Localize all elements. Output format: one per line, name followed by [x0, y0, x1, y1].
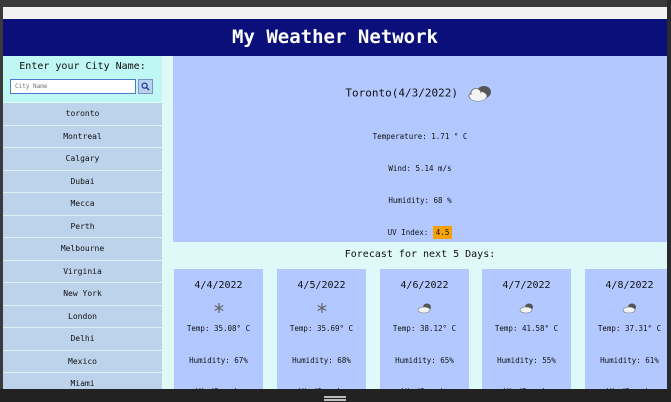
forecast-humidity: Humidity: 67% — [189, 356, 248, 365]
forecast-date: 4/4/2022 — [194, 280, 243, 291]
forecast-card: 4/8/2022Temp: 37.31° CHumidity: 61%WindS… — [585, 269, 667, 389]
snow-icon — [277, 299, 366, 315]
forecast-card: 4/5/2022Temp: 35.69° CHumidity: 68%WindS… — [277, 269, 366, 389]
current-humidity: Humidity: 68 % — [388, 196, 452, 205]
city-history-item[interactable]: Miami — [3, 373, 162, 389]
city-history-item[interactable]: Calgary — [3, 148, 162, 171]
forecast-humidity: Humidity: 68% — [292, 356, 351, 365]
current-uv: UV Index: 4.5 — [173, 226, 667, 239]
forecast-date: 4/7/2022 — [502, 280, 551, 291]
partly-cloudy-icon — [482, 299, 571, 315]
uv-label: UV Index: — [387, 228, 429, 237]
city-history-item[interactable]: Mecca — [3, 193, 162, 216]
current-temperature: Temperature: 1.71 ° C — [372, 132, 468, 141]
city-history-item[interactable]: Dubai — [3, 170, 162, 193]
app-frame: My Weather Network Enter your City Name:… — [3, 7, 667, 389]
current-weather-panel: Toronto(4/3/2022) Temperature: 1.71 ° C … — [173, 56, 667, 242]
forecast-humidity: Humidity: 55% — [497, 356, 556, 365]
city-history-item[interactable]: Melbourne — [3, 238, 162, 261]
forecast-title: Forecast for next 5 Days: — [173, 244, 667, 266]
city-history-item[interactable]: Perth — [3, 215, 162, 238]
forecast-temp: Temp: 41.58° C — [494, 324, 559, 333]
city-history-item[interactable]: Virginia — [3, 260, 162, 283]
current-city-line: Toronto(4/3/2022) — [173, 83, 667, 103]
forecast-card: 4/6/2022Temp: 38.12° CHumidity: 65%WindS… — [380, 269, 469, 389]
top-strip — [3, 7, 667, 19]
city-history-item[interactable]: Mexico — [3, 350, 162, 373]
forecast-humidity: Humidity: 61% — [600, 356, 659, 365]
forecast-date: 4/8/2022 — [605, 280, 654, 291]
city-history-item[interactable]: New York — [3, 283, 162, 306]
partly-cloudy-icon — [585, 299, 667, 315]
forecast-temp: Temp: 38.12° C — [392, 324, 457, 333]
forecast-date: 4/6/2022 — [400, 280, 449, 291]
search-icon — [141, 82, 150, 91]
forecast-card: 4/4/2022Temp: 35.08° CHumidity: 67%WindS… — [174, 269, 263, 389]
forecast-temp: Temp: 35.69° C — [289, 324, 354, 333]
forecast-card: 4/7/2022Temp: 41.58° CHumidity: 55%WindS… — [482, 269, 571, 389]
city-history-item[interactable]: Montreal — [3, 125, 162, 148]
snow-icon — [174, 299, 263, 315]
city-search-input[interactable] — [10, 79, 136, 94]
uv-index-badge: 4.5 — [432, 226, 453, 239]
city-history-item[interactable]: London — [3, 305, 162, 328]
forecast-temp: Temp: 37.31° C — [597, 324, 662, 333]
city-history-item[interactable]: toronto — [3, 103, 162, 126]
sidebar: Enter your City Name: torontoMontrealCal… — [3, 56, 162, 389]
window-edge — [667, 0, 671, 402]
city-history-item[interactable]: Delhi — [3, 328, 162, 351]
current-wind: Wind: 5.14 m/s — [388, 164, 452, 173]
search-panel: Enter your City Name: — [3, 56, 162, 102]
page-title: My Weather Network — [3, 19, 667, 56]
forecast-temp: Temp: 35.08° C — [186, 324, 251, 333]
search-button[interactable] — [138, 79, 153, 94]
forecast-date: 4/5/2022 — [297, 280, 346, 291]
search-heading: Enter your City Name: — [19, 61, 146, 72]
resize-handle[interactable] — [324, 396, 346, 398]
partly-cloudy-icon — [380, 299, 469, 315]
forecast-humidity: Humidity: 65% — [395, 356, 454, 365]
city-history-list: toronto Montreal Calgary Dubai Mecca Perth Mel… — [3, 103, 162, 389]
current-city-date: Toronto(4/3/2022) — [345, 86, 458, 100]
cloudy-icon — [465, 86, 495, 102]
